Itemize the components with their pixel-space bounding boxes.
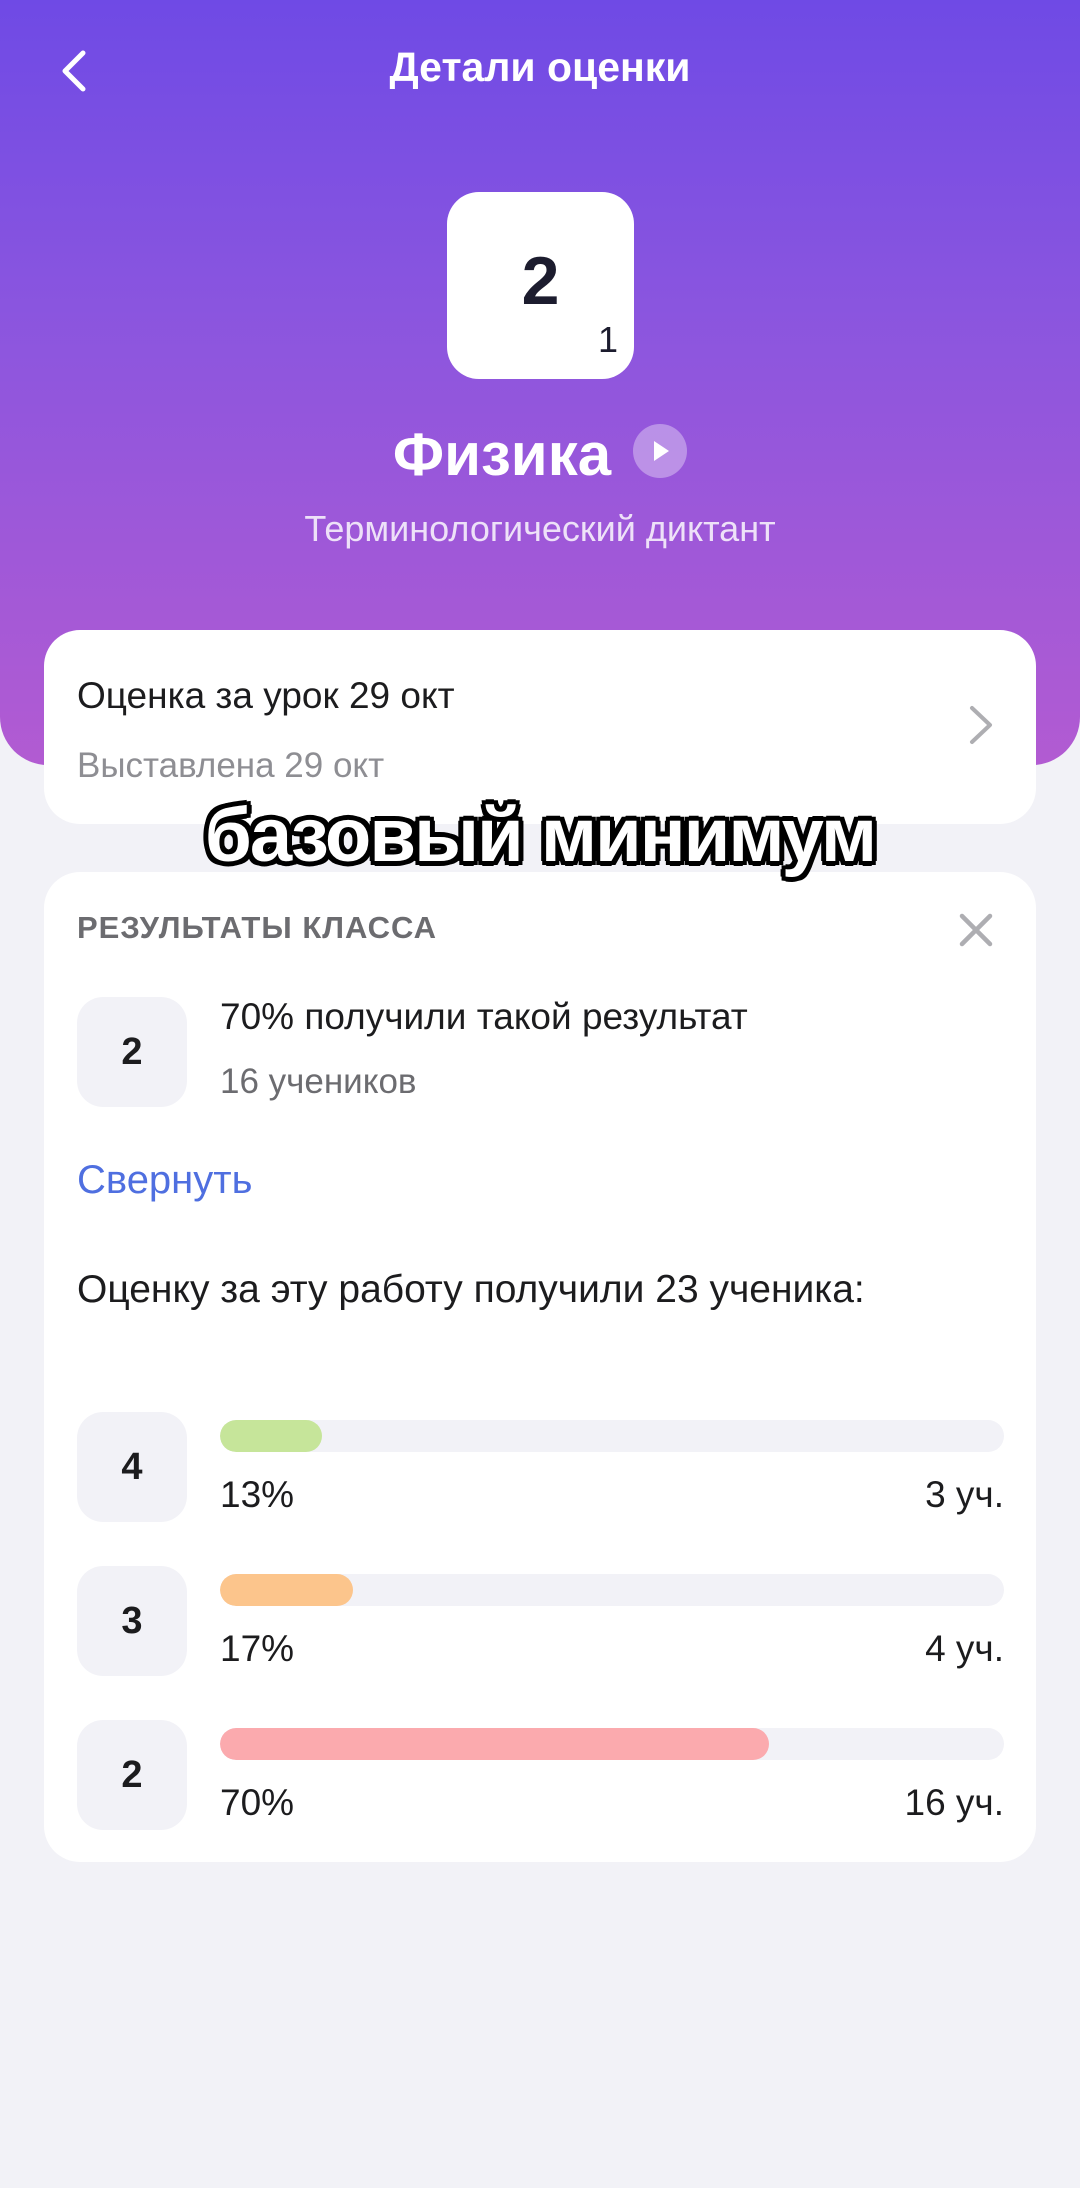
distribution-percent: 70% — [220, 1782, 295, 1823]
summary-text: 70% получили такой результат — [220, 996, 748, 1037]
class-results-card: РЕЗУЛЬТАТЫ КЛАССА 2 70% получили такой р… — [44, 872, 1036, 1862]
distribution-count: 4 уч. — [925, 1628, 1004, 1669]
progress-track — [220, 1728, 1004, 1760]
section-title: РЕЗУЛЬТАТЫ КЛАССА — [77, 910, 437, 945]
screen-title: Детали оценки — [389, 44, 691, 90]
distribution-row: 4 13% 3 уч. — [44, 1412, 1036, 1524]
grade-details-screen: Детали оценки 2 1 Физика Терминологическ… — [0, 0, 1080, 2188]
distribution-percent: 13% — [220, 1474, 295, 1515]
close-icon[interactable] — [952, 906, 1000, 954]
lesson-date: Выставлена 29 окт — [77, 746, 385, 785]
distribution-grade-chip: 2 — [77, 1720, 187, 1830]
summary-grade-chip: 2 — [77, 997, 187, 1107]
distribution-grade-chip: 4 — [77, 1412, 187, 1522]
subject-row: Физика — [0, 420, 1080, 489]
distribution-heading: Оценку за эту работу получили 23 ученика… — [77, 1268, 865, 1311]
work-type: Терминологический диктант — [304, 508, 776, 549]
grade-tile: 2 1 — [447, 192, 634, 379]
lesson-title: Оценка за урок 29 окт — [77, 675, 455, 716]
distribution-row: 2 70% 16 уч. — [44, 1720, 1036, 1832]
distribution-row: 3 17% 4 уч. — [44, 1566, 1036, 1678]
play-icon[interactable] — [633, 423, 688, 478]
video-caption: базовый минимум — [204, 793, 877, 878]
progress-fill — [220, 1420, 322, 1452]
distribution-percent: 17% — [220, 1628, 295, 1669]
subject-name: Физика — [392, 421, 612, 488]
progress-fill — [220, 1728, 769, 1760]
distribution-grade-chip: 3 — [77, 1566, 187, 1676]
progress-fill — [220, 1574, 354, 1606]
distribution-count: 3 уч. — [925, 1474, 1004, 1515]
distribution-count: 16 уч. — [904, 1782, 1005, 1823]
summary-students: 16 учеников — [220, 1062, 417, 1101]
grade-weight: 1 — [597, 319, 618, 360]
collapse-link[interactable]: Свернуть — [77, 1158, 252, 1203]
progress-track — [220, 1574, 1004, 1606]
chevron-right-icon — [970, 706, 992, 744]
grade-value: 2 — [521, 243, 560, 319]
progress-track — [220, 1420, 1004, 1452]
